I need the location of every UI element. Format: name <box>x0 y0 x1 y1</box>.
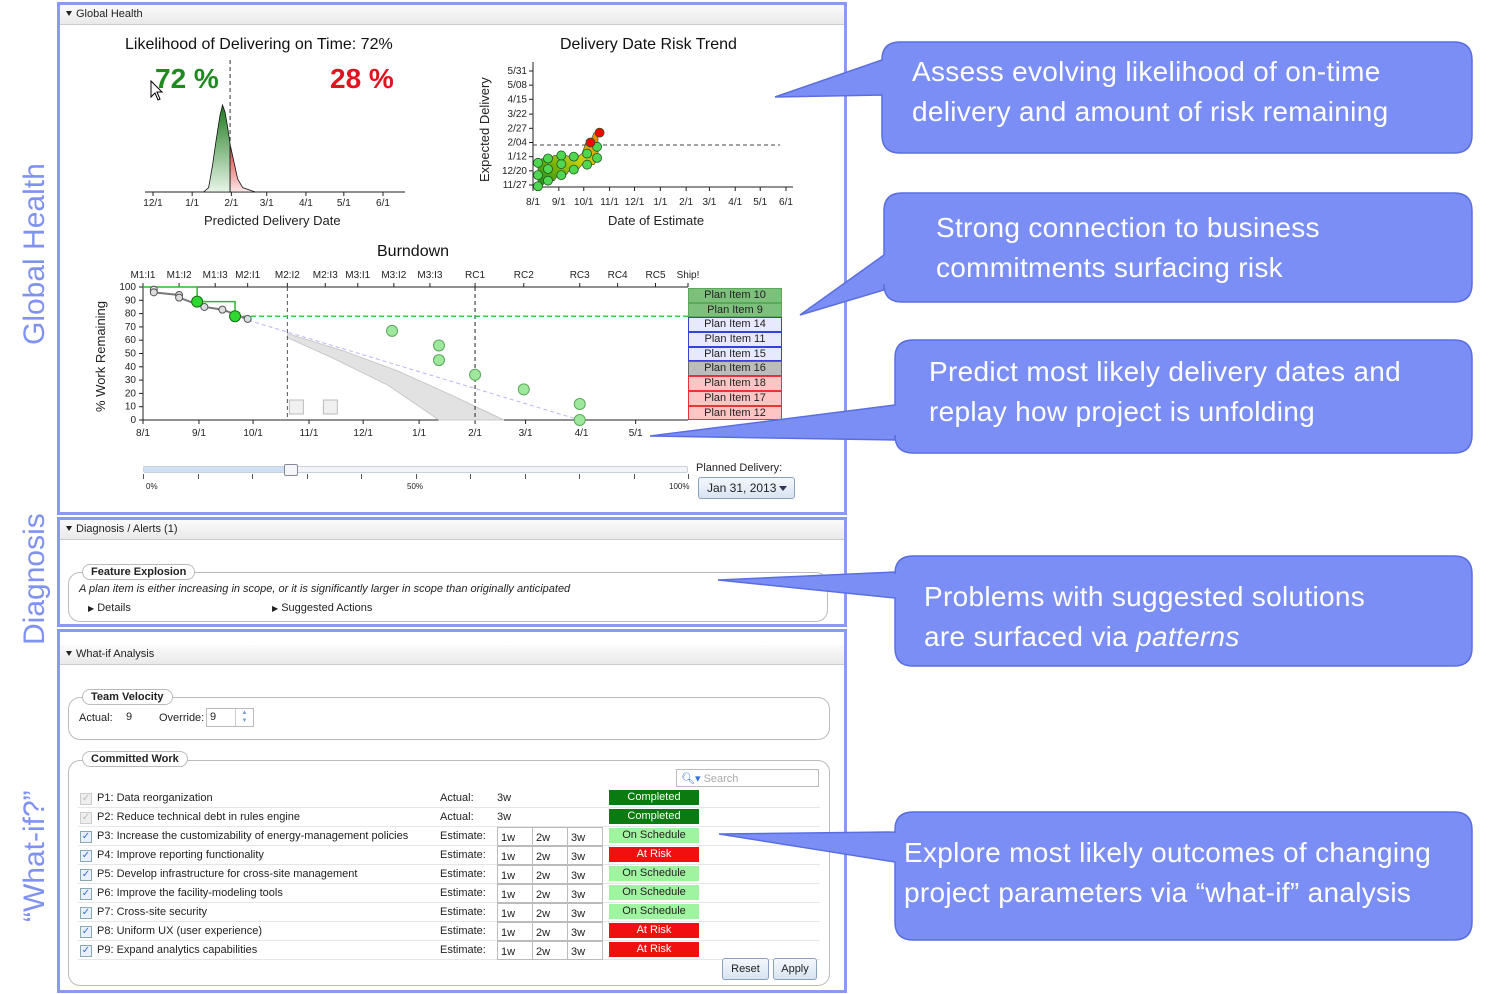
callout-line: Problems with suggested solutions <box>924 581 1366 612</box>
callout-text: commitments surfacing risk <box>936 248 1283 288</box>
callout-text: are surfaced via patterns <box>924 617 1240 657</box>
callout-line: commitments surfacing risk <box>936 252 1283 283</box>
callout-line: Predict most likely delivery dates and <box>929 356 1402 387</box>
callout-text: Strong connection to business <box>936 208 1320 248</box>
callout-text: delivery and amount of risk remaining <box>912 92 1388 132</box>
callout-emphasis: patterns <box>1136 621 1240 652</box>
callout-text: Predict most likely delivery dates and <box>929 352 1401 392</box>
callout-text: Problems with suggested solutions <box>924 577 1365 617</box>
callout-text: project parameters via “what-if” analysi… <box>904 873 1411 913</box>
callout-line: Strong connection to business <box>936 212 1320 243</box>
callout-line: are surfaced via <box>924 621 1137 652</box>
callout-text: Explore most likely outcomes of changing <box>904 833 1431 873</box>
callout-text: Assess evolving likelihood of on-time <box>912 52 1381 92</box>
callout-line: project parameters via “what-if” analysi… <box>904 877 1412 908</box>
callout-line: replay how project is unfolding <box>929 396 1315 427</box>
callout-text: replay how project is unfolding <box>929 392 1315 432</box>
callout-line: Explore most likely outcomes of changing <box>904 837 1432 868</box>
callout-line: delivery and amount of risk remaining <box>912 96 1389 127</box>
callout-line: Assess evolving likelihood of on-time <box>912 56 1381 87</box>
